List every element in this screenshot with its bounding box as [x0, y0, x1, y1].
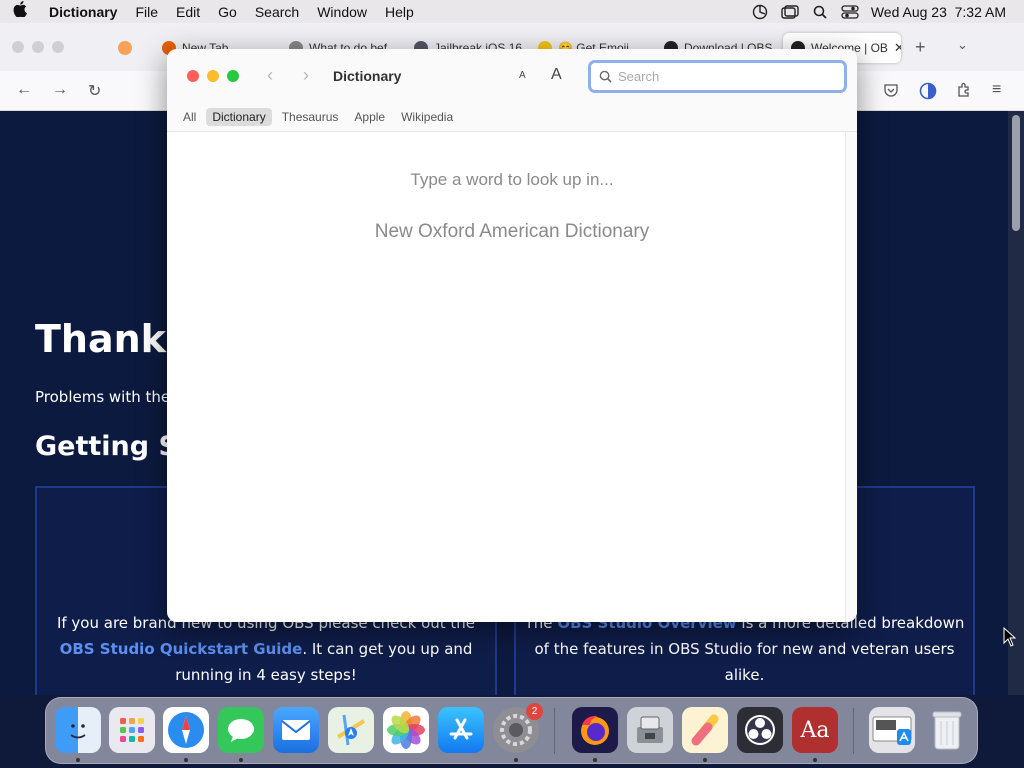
running-indicator: [514, 758, 518, 762]
forward-icon[interactable]: →: [52, 81, 68, 99]
menu-bar: Dictionary File Edit Go Search Window He…: [0, 0, 1024, 23]
dictionary-scroll-gutter: [845, 132, 857, 622]
dictionary-icon[interactable]: Aa: [792, 707, 838, 762]
safari-icon[interactable]: [163, 707, 209, 762]
running-indicator: [184, 758, 188, 762]
mouse-cursor-icon: [1003, 627, 1017, 647]
running-indicator: [76, 758, 80, 762]
screen-time-icon[interactable]: [751, 4, 769, 19]
running-indicator: [593, 758, 597, 762]
scope-apple[interactable]: Apple: [348, 108, 391, 126]
back-icon[interactable]: ‹: [267, 65, 273, 86]
scope-bar: All Dictionary Thesaurus Apple Wikipedia: [167, 103, 857, 132]
running-indicator: [703, 758, 707, 762]
window-controls: [187, 70, 239, 82]
scope-wikipedia[interactable]: Wikipedia: [395, 108, 459, 126]
system-settings-icon[interactable]: 2: [493, 703, 543, 762]
extensions-icon[interactable]: [956, 82, 972, 103]
zoom-button[interactable]: [227, 70, 239, 82]
dock-separator: [554, 708, 555, 754]
launchpad-icon[interactable]: [109, 707, 155, 753]
firefox-icon[interactable]: [572, 707, 618, 762]
search-icon: [599, 70, 612, 83]
highlighter-icon[interactable]: [682, 707, 728, 762]
forward-icon[interactable]: ›: [303, 65, 309, 86]
back-icon[interactable]: ←: [16, 81, 32, 99]
messages-icon[interactable]: [218, 707, 264, 762]
reload-icon[interactable]: ↻: [88, 81, 101, 101]
firefox-view-icon: [118, 41, 132, 55]
browser-minimize-button[interactable]: [32, 41, 44, 53]
dictionary-title: Dictionary: [333, 68, 402, 84]
browser-traffic-lights: [0, 41, 64, 53]
running-indicator: [813, 758, 817, 762]
dark-reader-icon[interactable]: [919, 82, 937, 105]
apple-menu-icon[interactable]: [0, 1, 40, 22]
menu-app-name[interactable]: Dictionary: [40, 4, 126, 20]
dictionary-window: ‹ › Dictionary A A All Dictionary Thesau…: [167, 49, 857, 622]
browser-close-button[interactable]: [12, 41, 24, 53]
quickstart-guide-link[interactable]: OBS Studio Quickstart Guide: [60, 640, 303, 658]
menu-go[interactable]: Go: [209, 4, 246, 20]
close-tab-icon[interactable]: ✕: [894, 40, 901, 56]
obs-icon[interactable]: [737, 707, 783, 753]
list-all-tabs-icon[interactable]: ⌄: [957, 37, 968, 53]
new-tab-icon[interactable]: +: [915, 37, 926, 58]
menu-edit[interactable]: Edit: [167, 4, 209, 20]
menu-window[interactable]: Window: [308, 4, 376, 20]
photos-icon[interactable]: [383, 707, 429, 753]
app-store-icon[interactable]: [438, 707, 484, 753]
page-scrollbar[interactable]: [1008, 111, 1024, 695]
dictionary-icon-label: Aa: [800, 717, 830, 743]
scrollbar-thumb[interactable]: [1012, 115, 1020, 231]
downloads-stack-icon[interactable]: [869, 707, 915, 753]
menu-clock[interactable]: Wed Aug 23 7:32 AM: [871, 4, 1006, 20]
mail-icon[interactable]: [273, 707, 319, 753]
increase-font-button[interactable]: A: [551, 66, 562, 84]
scope-thesaurus[interactable]: Thesaurus: [276, 108, 345, 126]
maps-icon[interactable]: [328, 707, 374, 753]
search-field[interactable]: [588, 60, 847, 93]
firefox-view-button[interactable]: [118, 33, 132, 63]
menu-search[interactable]: Search: [246, 4, 308, 20]
control-center-icon[interactable]: [841, 4, 859, 19]
search-input[interactable]: [618, 69, 818, 84]
decrease-font-button[interactable]: A: [519, 70, 526, 81]
dictionary-content: Type a word to look up in... New Oxford …: [167, 132, 857, 622]
dock: 2 Aa: [45, 697, 978, 764]
browser-zoom-button[interactable]: [52, 41, 64, 53]
dictionary-toolbar: ‹ › Dictionary A A: [167, 49, 857, 103]
bootcamp-icon[interactable]: [627, 707, 673, 753]
spotlight-icon[interactable]: [811, 5, 829, 19]
dock-separator: [853, 708, 854, 754]
running-indicator: [239, 758, 243, 762]
finder-icon[interactable]: [55, 707, 101, 762]
lookup-prompt: Type a word to look up in...: [410, 170, 614, 189]
trash-icon[interactable]: [924, 707, 970, 753]
menu-file[interactable]: File: [126, 4, 167, 20]
menu-help[interactable]: Help: [376, 4, 423, 20]
menu-hamburger-icon[interactable]: ≡: [992, 81, 1001, 99]
problems-text: Problems with the: [35, 388, 171, 406]
scope-all[interactable]: All: [177, 108, 202, 126]
notification-badge: 2: [526, 703, 543, 720]
window-switcher-icon[interactable]: [781, 4, 799, 19]
close-button[interactable]: [187, 70, 199, 82]
minimize-button[interactable]: [207, 70, 219, 82]
scope-dictionary[interactable]: Dictionary: [206, 108, 272, 126]
dictionary-source-name: New Oxford American Dictionary: [374, 221, 650, 242]
pocket-icon[interactable]: [884, 83, 898, 102]
